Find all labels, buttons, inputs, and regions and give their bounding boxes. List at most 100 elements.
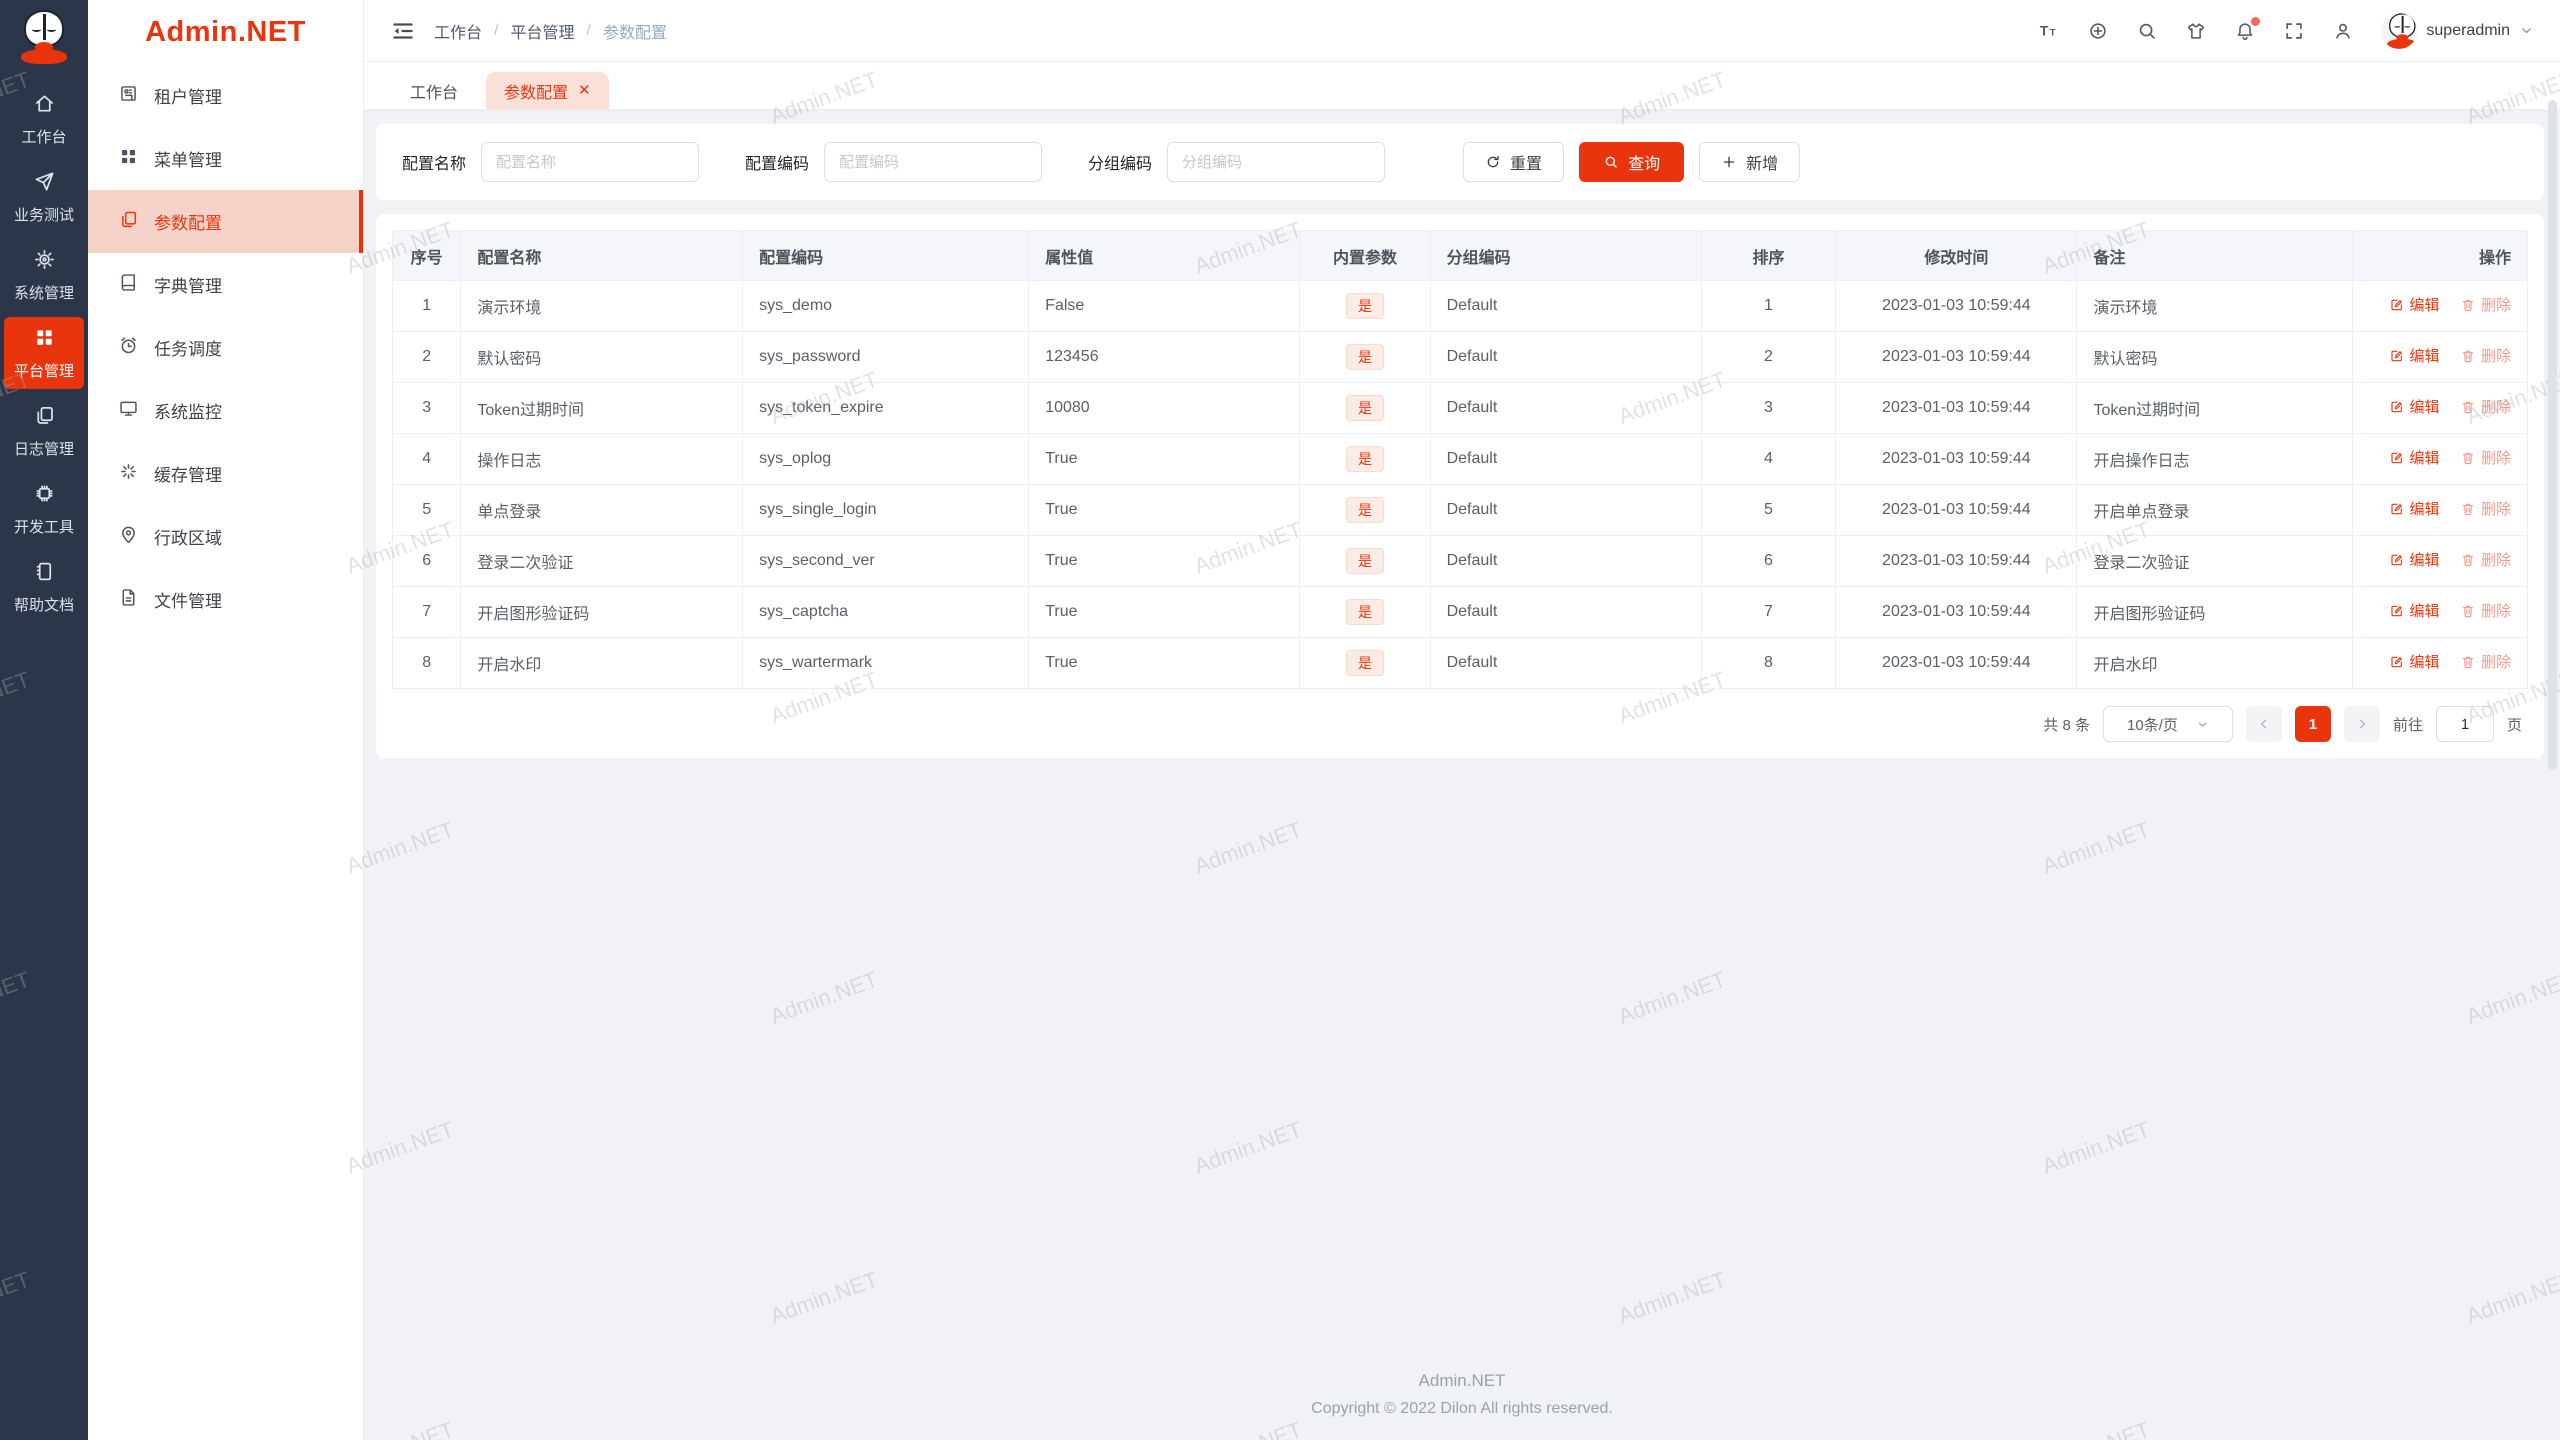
rail-item-log-mgmt[interactable]: 日志管理 xyxy=(4,395,84,467)
sidebar-item-file-mgmt[interactable]: 文件管理 xyxy=(88,568,363,631)
cell-code: sys_demo xyxy=(742,280,1030,332)
send-icon xyxy=(33,170,56,197)
tab-param-config[interactable]: 参数配置 ✕ xyxy=(486,72,609,109)
delete-label: 删除 xyxy=(2480,348,2511,366)
user-menu[interactable]: superadmin xyxy=(2381,12,2534,49)
goto-label: 前往 xyxy=(2392,716,2423,734)
scrollbar-thumb[interactable] xyxy=(2548,100,2557,770)
delete-link[interactable]: 删除 xyxy=(2460,549,2511,570)
delete-link[interactable]: 删除 xyxy=(2460,651,2511,672)
delete-label: 删除 xyxy=(2480,450,2511,468)
cell-value: True xyxy=(1028,535,1301,587)
sidebar-item-dict-mgmt[interactable]: 字典管理 xyxy=(88,253,363,316)
cell-value: False xyxy=(1028,280,1301,332)
group-code-label: 分组编码 xyxy=(1088,156,1153,173)
delete-link[interactable]: 删除 xyxy=(2460,600,2511,621)
rail-item-help-docs[interactable]: 帮助文档 xyxy=(4,551,84,623)
notification-icon[interactable] xyxy=(2234,16,2261,42)
delete-link[interactable]: 删除 xyxy=(2460,396,2511,417)
rail-item-workbench[interactable]: 工作台 xyxy=(4,83,84,155)
sidebar-item-menu-mgmt[interactable]: 菜单管理 xyxy=(88,127,363,190)
delete-link[interactable]: 删除 xyxy=(2460,294,2511,315)
edit-link[interactable]: 编辑 xyxy=(2389,396,2440,417)
edit-link[interactable]: 编辑 xyxy=(2389,294,2440,315)
delete-label: 删除 xyxy=(2480,654,2511,672)
chevron-right-icon xyxy=(2359,719,2366,729)
delete-link[interactable]: 删除 xyxy=(2460,498,2511,519)
theme-icon[interactable] xyxy=(2185,20,2207,42)
config-code-input[interactable] xyxy=(824,142,1043,182)
module-rail: 工作台 业务测试 系统管理 平台管理 日志管理 开发工具 帮助文档 xyxy=(0,0,88,1440)
edit-label: 编辑 xyxy=(2409,399,2440,417)
edit-label: 编辑 xyxy=(2409,654,2440,672)
language-icon[interactable] xyxy=(2087,20,2109,42)
edit-link[interactable]: 编辑 xyxy=(2389,600,2440,621)
cell-sort: 6 xyxy=(1700,535,1837,587)
search-icon[interactable] xyxy=(2136,20,2158,42)
cell-sort: 7 xyxy=(1700,586,1837,638)
logs-icon xyxy=(33,404,56,431)
font-size-icon[interactable]: TT xyxy=(2038,20,2060,42)
col-name: 配置名称 xyxy=(460,230,744,281)
cell-time: 2023-01-03 10:59:44 xyxy=(1835,637,2078,689)
tab-close-icon[interactable]: ✕ xyxy=(578,83,591,98)
edit-link[interactable]: 编辑 xyxy=(2389,549,2440,570)
group-code-input[interactable] xyxy=(1167,142,1386,182)
rail-item-system-mgmt[interactable]: 系统管理 xyxy=(4,239,84,311)
sidebar-item-admin-region[interactable]: 行政区域 xyxy=(88,505,363,568)
config-name-input[interactable] xyxy=(481,142,700,182)
tab-workbench[interactable]: 工作台 xyxy=(392,72,476,109)
cell-sort: 4 xyxy=(1700,433,1837,485)
svg-text:T: T xyxy=(2040,23,2049,38)
edit-link[interactable]: 编辑 xyxy=(2389,345,2440,366)
profile-icon[interactable] xyxy=(2332,20,2354,42)
sidebar-item-param-config[interactable]: 参数配置 xyxy=(88,190,363,253)
sidebar-item-system-monitor[interactable]: 系统监控 xyxy=(88,379,363,442)
breadcrumb-platform[interactable]: 平台管理 xyxy=(510,19,574,43)
sidebar-item-task-scheduler[interactable]: 任务调度 xyxy=(88,316,363,379)
rail-item-platform-mgmt[interactable]: 平台管理 xyxy=(4,317,84,389)
svg-text:T: T xyxy=(2050,27,2056,37)
edit-link[interactable]: 编辑 xyxy=(2389,447,2440,468)
page-number-current[interactable]: 1 xyxy=(2294,706,2331,742)
table-panel: 序号 配置名称 配置编码 属性值 内置参数 分组编码 排序 修改时间 备注 操作… xyxy=(376,214,2544,758)
cell-builtin: 是 xyxy=(1299,331,1431,383)
sidebar-item-tenant-mgmt[interactable]: 租户管理 xyxy=(88,64,363,127)
breadcrumb-workbench[interactable]: 工作台 xyxy=(434,19,482,43)
chip-icon xyxy=(33,482,56,509)
rail-item-label: 日志管理 xyxy=(13,441,74,458)
query-button[interactable]: 查询 xyxy=(1579,142,1685,182)
cell-remark: 开启操作日志 xyxy=(2076,433,2353,485)
trash-icon xyxy=(2462,656,2474,668)
next-page-button[interactable] xyxy=(2343,706,2380,742)
add-button[interactable]: 新增 xyxy=(1699,142,1801,182)
reset-button[interactable]: 重置 xyxy=(1463,142,1565,182)
goto-page-input[interactable] xyxy=(2435,706,2494,742)
fullscreen-icon[interactable] xyxy=(2283,20,2305,42)
cell-remark: 默认密码 xyxy=(2076,331,2353,383)
cell-time: 2023-01-03 10:59:44 xyxy=(1835,331,2078,383)
delete-link[interactable]: 删除 xyxy=(2460,345,2511,366)
cell-code: sys_second_ver xyxy=(742,535,1030,587)
form-item-config-code: 配置编码 xyxy=(745,142,1043,182)
rail-item-business-test[interactable]: 业务测试 xyxy=(4,161,84,233)
cell-name: Token过期时间 xyxy=(460,382,744,434)
cell-remark: 开启水印 xyxy=(2076,637,2353,689)
cell-index: 4 xyxy=(391,433,462,485)
page-size-select[interactable]: 10条/页 xyxy=(2102,706,2233,742)
cell-value: True xyxy=(1028,586,1301,638)
edit-link[interactable]: 编辑 xyxy=(2389,651,2440,672)
edit-link[interactable]: 编辑 xyxy=(2389,498,2440,519)
delete-link[interactable]: 删除 xyxy=(2460,447,2511,468)
menu-fold-icon[interactable] xyxy=(390,18,416,44)
edit-icon xyxy=(2390,401,2402,412)
rail-item-dev-tools[interactable]: 开发工具 xyxy=(4,473,84,545)
total-count-label: 共 8 条 xyxy=(2043,716,2090,734)
main-area: 工作台 / 平台管理 / 参数配置 TT superadmin 工作台 参数配置… xyxy=(364,0,2560,1440)
sidebar-item-label: 租户管理 xyxy=(154,88,222,107)
table-row: 2 默认密码 sys_password 123456 是 Default 2 2… xyxy=(391,331,2529,383)
prev-page-button[interactable] xyxy=(2245,706,2282,742)
cell-time: 2023-01-03 10:59:44 xyxy=(1835,280,2078,332)
sidebar-item-cache-mgmt[interactable]: 缓存管理 xyxy=(88,442,363,505)
cell-actions: 编辑 删除 xyxy=(2351,382,2529,434)
